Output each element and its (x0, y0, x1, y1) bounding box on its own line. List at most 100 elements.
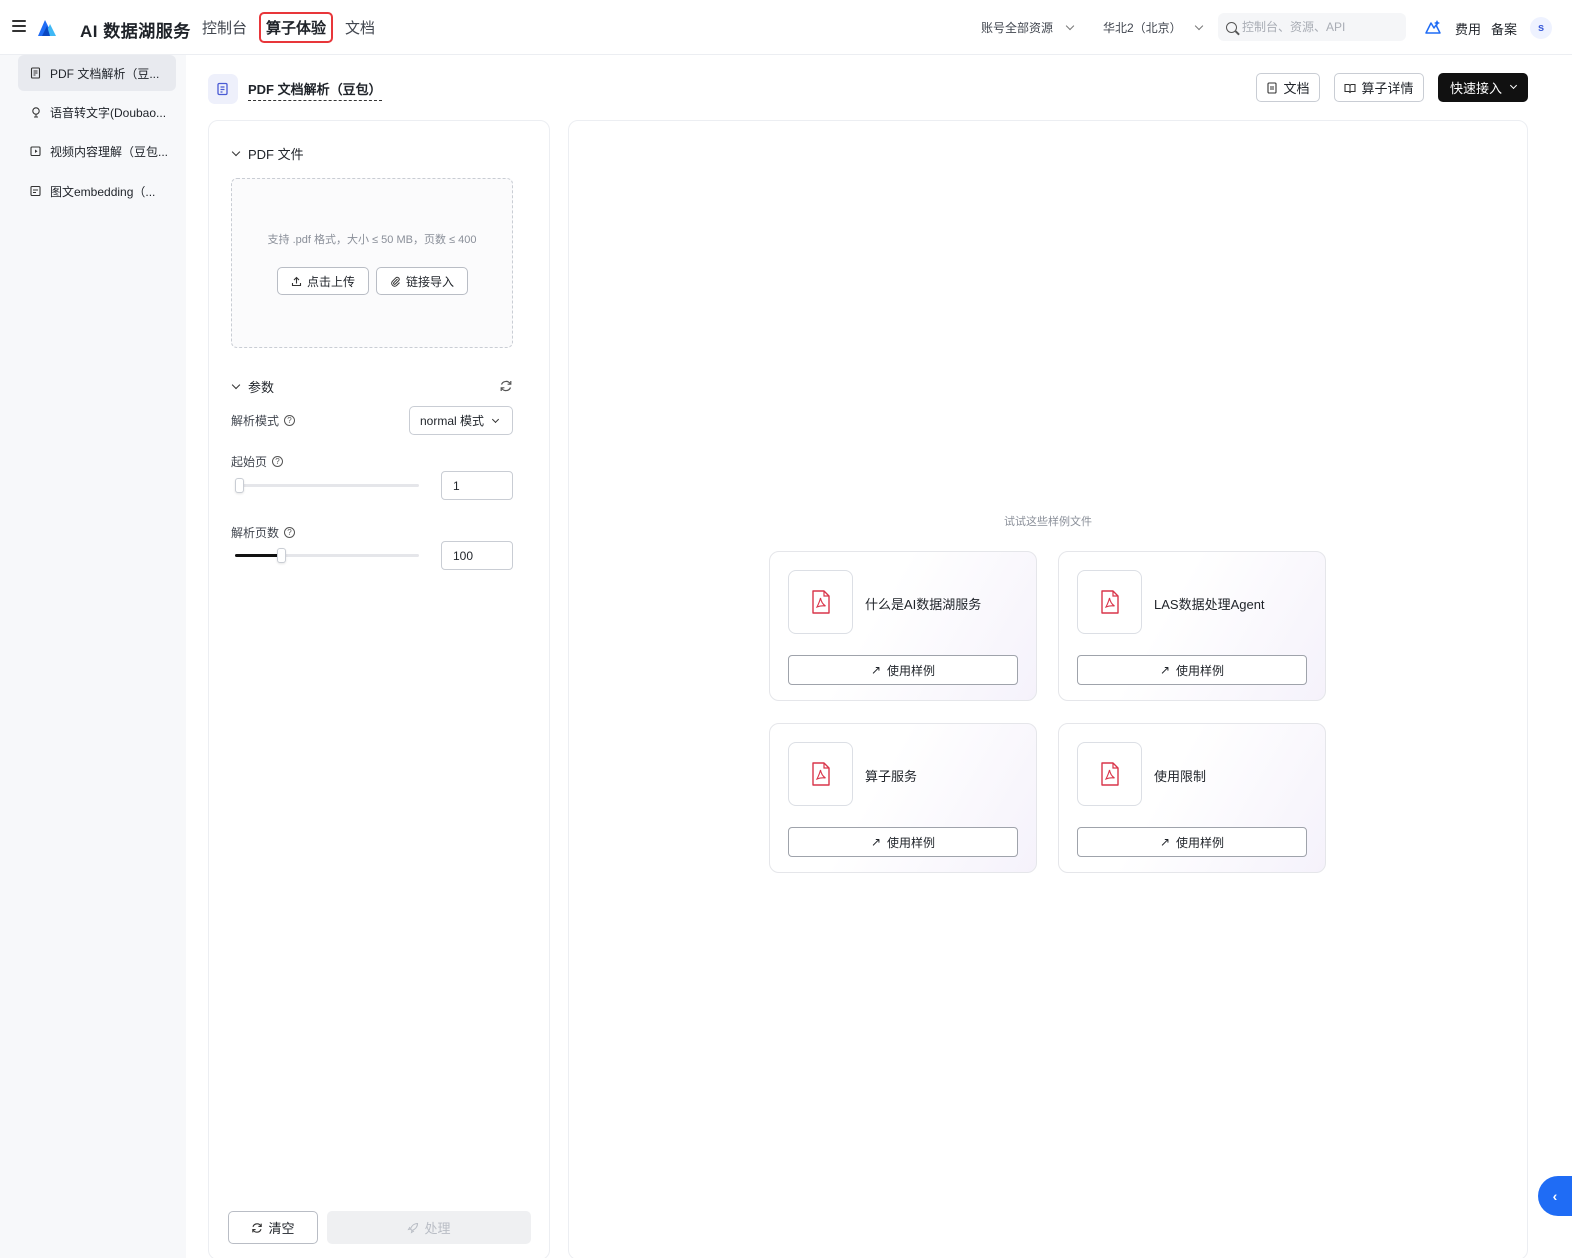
speech-icon (32, 107, 40, 118)
nav-tab-docs[interactable]: 文档 (337, 12, 383, 43)
sample-name: LAS数据处理Agent (1154, 597, 1265, 612)
video-icon (30, 146, 41, 157)
page-count-input[interactable] (441, 541, 513, 570)
result-panel: 试试这些样例文件 什么是AI数据湖服务 ↗ 使用样例 LAS数据处理Agent ↗… (568, 120, 1528, 1258)
pdf-operator-icon (208, 74, 238, 104)
params-section-title: 参数 (248, 380, 275, 395)
app-title: AI 数据湖服务 (80, 22, 191, 41)
upload-button-label: 点击上传 (306, 274, 355, 289)
start-page-input[interactable] (441, 471, 513, 500)
arrow-up-right-icon: ↗ (1159, 663, 1171, 677)
use-sample-label: 使用样例 (887, 663, 936, 678)
sample-name: 使用限制 (1154, 769, 1207, 784)
use-sample-button[interactable]: ↗ 使用样例 (788, 827, 1018, 857)
sidebar-item-pdf-parse[interactable]: PDF 文档解析（豆... (18, 55, 176, 91)
chevron-down-icon (491, 415, 500, 423)
upload-dropzone[interactable]: 支持 .pdf 格式，大小 ≤ 50 MB，页数 ≤ 400 点击上传 链接导入 (231, 178, 513, 348)
top-bar: AI 数据湖服务 控制台 算子体验 文档 账号全部资源 华北2（北京） 费用 备… (0, 0, 1572, 55)
help-icon[interactable]: ? (272, 456, 284, 467)
sample-card[interactable]: 使用限制 ↗ 使用样例 (1058, 723, 1326, 873)
pdf-file-section-toggle[interactable]: PDF 文件 (231, 144, 304, 163)
docs-button-label: 文档 (1283, 81, 1310, 96)
sample-card[interactable]: 算子服务 ↗ 使用样例 (769, 723, 1037, 873)
slider-thumb[interactable] (277, 548, 286, 563)
start-page-label: 起始页 (231, 455, 268, 469)
sidebar-item-label: 语音转文字(Doubao... (50, 105, 167, 120)
clear-button[interactable]: 清空 (228, 1211, 318, 1244)
nav-tab-console[interactable]: 控制台 (194, 12, 255, 43)
help-icon[interactable]: ? (284, 527, 296, 538)
sample-card[interactable]: LAS数据处理Agent ↗ 使用样例 (1058, 551, 1326, 701)
collapse-panel-button[interactable]: ‹ (1538, 1176, 1572, 1216)
help-icon[interactable]: ? (284, 415, 296, 426)
global-search[interactable] (1218, 13, 1406, 41)
sidebar-item-video-understanding[interactable]: 视频内容理解（豆包... (18, 133, 176, 169)
params-section-toggle[interactable]: 参数 (231, 377, 275, 396)
sample-name: 算子服务 (865, 769, 918, 784)
chevron-down-icon (231, 380, 241, 389)
menu-icon[interactable] (12, 20, 26, 32)
chevron-down-icon (1194, 21, 1203, 30)
sidebar-item-speech-to-text[interactable]: 语音转文字(Doubao... (18, 94, 176, 130)
upload-hint: 支持 .pdf 格式，大小 ≤ 50 MB，页数 ≤ 400 (267, 234, 477, 246)
use-sample-label: 使用样例 (887, 835, 936, 850)
parse-mode-label: 解析模式 (231, 414, 280, 428)
nav-tab-operator-experience[interactable]: 算子体验 (259, 12, 334, 43)
docs-button[interactable]: 文档 (1256, 73, 1320, 102)
main-content: PDF 文档解析（豆包） 文档 算子详情 快速接入 PDF 文件 支持 .pdf… (186, 55, 1572, 1258)
chevron-left-icon: ‹ (1552, 1188, 1558, 1204)
pdf-file-icon (1077, 742, 1142, 806)
process-button[interactable]: 处理 (327, 1211, 531, 1244)
arrow-up-right-icon: ↗ (870, 663, 882, 677)
process-button-label: 处理 (424, 1221, 451, 1236)
quick-access-button[interactable]: 快速接入 (1438, 73, 1528, 102)
link-import-button[interactable]: 链接导入 (376, 267, 468, 295)
cost-link[interactable]: 费用 (1455, 19, 1481, 38)
clear-button-label: 清空 (268, 1221, 295, 1236)
page-count-slider[interactable] (235, 548, 419, 563)
parse-mode-value: normal 模式 (420, 414, 485, 428)
chevron-down-icon (1065, 21, 1075, 30)
samples-hint: 试试这些样例文件 (1004, 516, 1092, 528)
use-sample-button[interactable]: ↗ 使用样例 (788, 655, 1018, 685)
start-page-slider[interactable] (235, 478, 419, 493)
search-icon (1226, 21, 1237, 33)
pdf-file-icon (788, 742, 853, 806)
sidebar-item-label: 图文embedding（... (50, 184, 156, 199)
use-sample-label: 使用样例 (1176, 835, 1225, 850)
sidebar-item-image-text-embedding[interactable]: 图文embedding（... (18, 173, 176, 209)
pdf-file-icon (788, 570, 853, 634)
sample-card[interactable]: 什么是AI数据湖服务 ↗ 使用样例 (769, 551, 1037, 701)
refresh-icon[interactable] (499, 379, 513, 393)
slider-fill (235, 554, 281, 557)
sidebar-item-label: PDF 文档解析（豆... (50, 66, 160, 81)
parse-mode-select[interactable]: normal 模式 (409, 406, 513, 435)
use-sample-button[interactable]: ↗ 使用样例 (1077, 827, 1307, 857)
parse-mode-label-row: 解析模式 ? (231, 412, 296, 429)
arrow-up-right-icon: ↗ (1159, 835, 1171, 849)
start-page-label-row: 起始页 ? (231, 453, 284, 470)
paperclip-icon (391, 276, 400, 287)
link-import-label: 链接导入 (405, 274, 454, 289)
avatar[interactable]: s (1530, 17, 1552, 39)
region-dropdown[interactable]: 华北2（北京） (1103, 19, 1203, 36)
sidebar-item-label: 视频内容理解（豆包... (50, 144, 169, 159)
filing-link[interactable]: 备案 (1491, 19, 1517, 38)
search-input[interactable] (1242, 20, 1392, 34)
account-scope-dropdown[interactable]: 账号全部资源 (981, 19, 1075, 36)
operator-detail-button[interactable]: 算子详情 (1334, 73, 1424, 102)
pdf-file-section-title: PDF 文件 (248, 147, 304, 162)
rocket-icon (407, 1222, 419, 1234)
page-title[interactable]: PDF 文档解析（豆包） (248, 79, 382, 101)
upload-icon (291, 276, 302, 286)
sample-name: 什么是AI数据湖服务 (865, 597, 982, 612)
document-icon (30, 67, 41, 79)
slider-thumb[interactable] (235, 478, 244, 493)
ai-assistant-icon[interactable] (1424, 18, 1442, 36)
upload-button[interactable]: 点击上传 (277, 267, 369, 295)
embedding-icon (30, 185, 41, 197)
top-nav: 控制台 算子体验 文档 (194, 12, 387, 43)
use-sample-button[interactable]: ↗ 使用样例 (1077, 655, 1307, 685)
operator-detail-label: 算子详情 (1361, 81, 1414, 96)
region-label: 华北2（北京） (1103, 21, 1182, 35)
